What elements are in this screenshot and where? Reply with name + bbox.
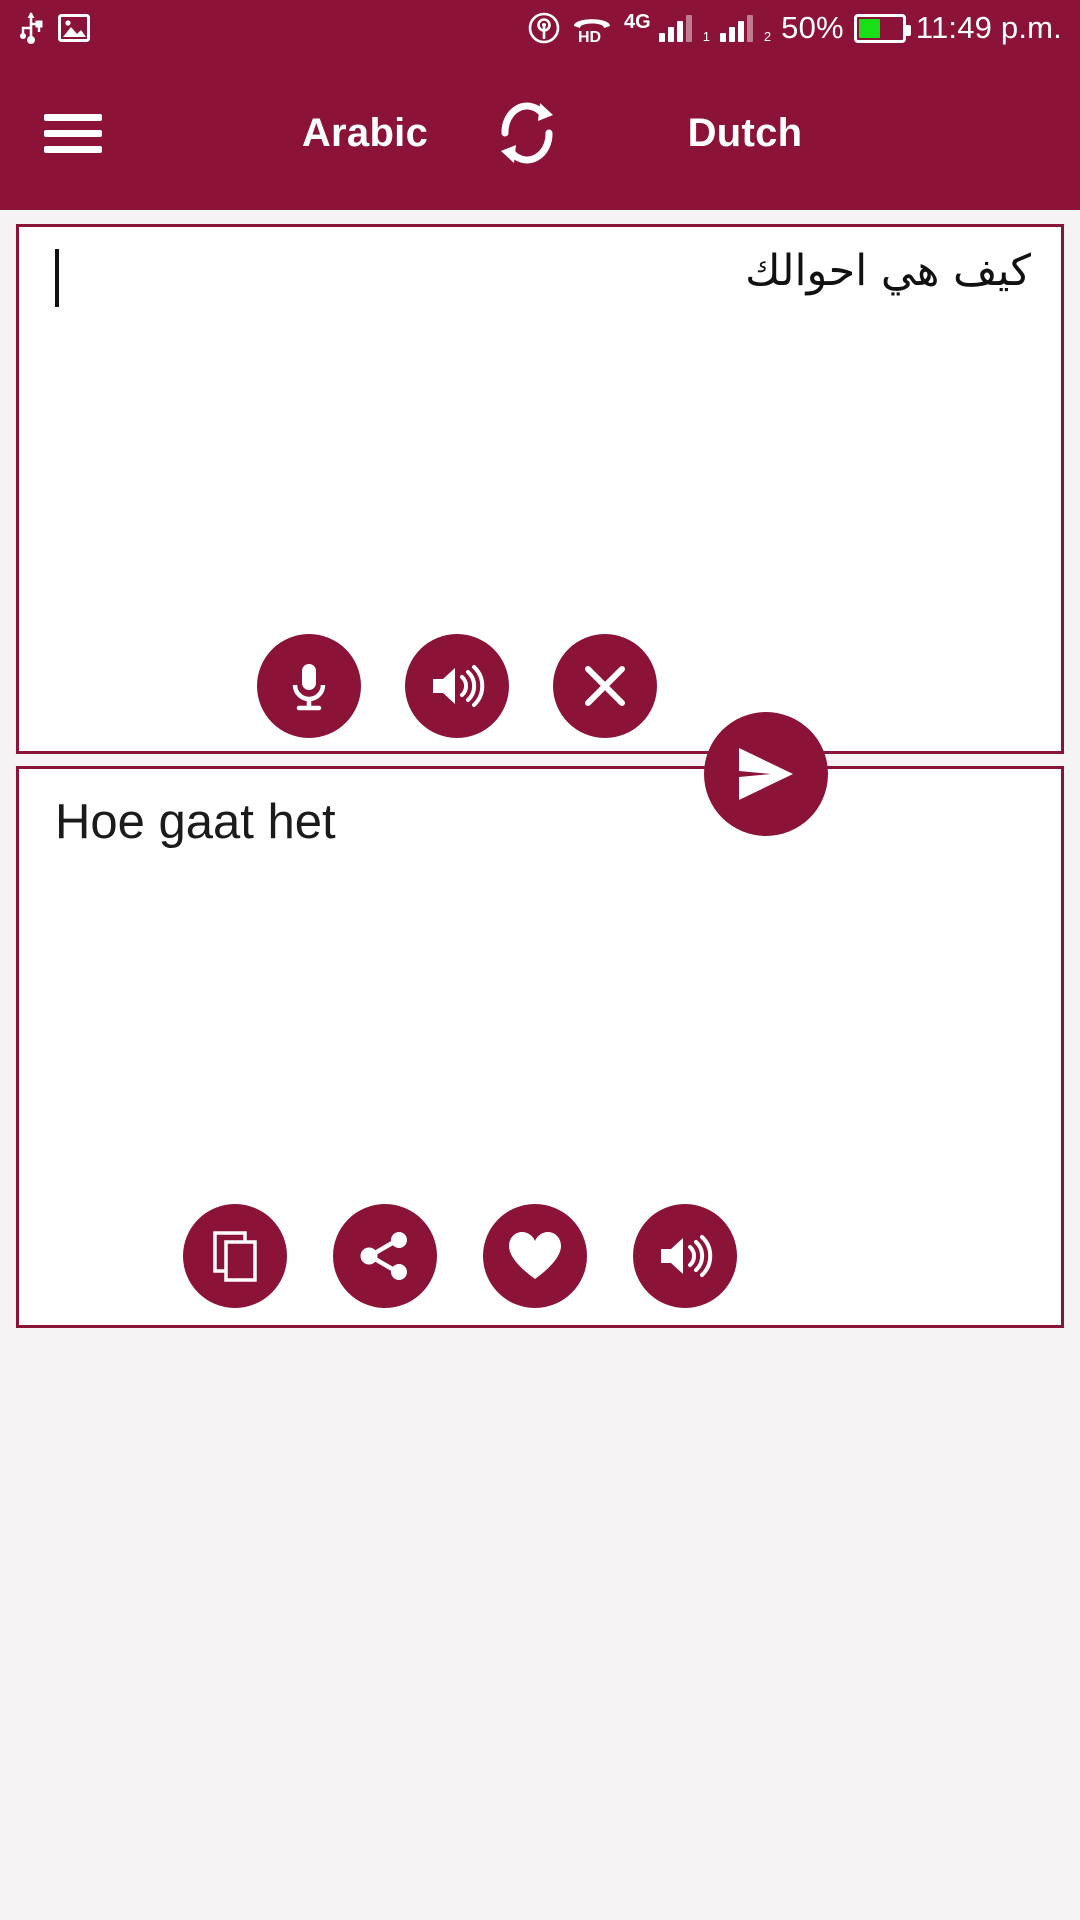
- translate-send-button[interactable]: [704, 712, 828, 836]
- translation-action-buttons: [183, 1204, 737, 1308]
- status-bar: HD 4G 1 2 50% 11:49 p.m.: [0, 0, 1080, 56]
- speak-output-button[interactable]: [633, 1204, 737, 1308]
- translated-text: Hoe gaat het: [55, 795, 336, 849]
- swap-languages-icon[interactable]: [483, 89, 571, 177]
- source-text-card[interactable]: كيف هي احوالك: [16, 224, 1064, 754]
- source-text-input[interactable]: كيف هي احوالك: [51, 245, 1031, 299]
- svg-text:HD: HD: [578, 29, 601, 43]
- speak-input-button[interactable]: [405, 634, 509, 738]
- clock-label: 11:49 p.m.: [915, 10, 1062, 45]
- battery-icon: [853, 13, 911, 43]
- translated-text-card[interactable]: Hoe gaat het: [16, 766, 1064, 1328]
- send-paper-plane-icon: [739, 748, 793, 800]
- source-language-selector[interactable]: Arabic: [270, 111, 460, 156]
- target-language-selector[interactable]: Dutch: [650, 111, 840, 156]
- copy-button[interactable]: [183, 1204, 287, 1308]
- translator-app-screen: HD 4G 1 2 50% 11:49 p.m. Arabic Dutch كي…: [0, 0, 1080, 1920]
- network-type-label: 4G: [624, 10, 651, 33]
- hotspot-icon: [528, 12, 560, 44]
- share-button[interactable]: [333, 1204, 437, 1308]
- sim1-label: 1: [702, 28, 710, 44]
- status-bar-right-icons: HD 4G 1 2 50% 11:49 p.m.: [528, 10, 1080, 46]
- screenshot-image-icon: [58, 12, 90, 44]
- sim1-signal-icon: [658, 14, 692, 42]
- sim2-signal-icon: [719, 14, 753, 42]
- hd-call-icon: HD: [570, 13, 614, 43]
- sim2-label: 2: [763, 28, 772, 44]
- app-bar: Arabic Dutch: [0, 56, 1080, 210]
- microphone-button[interactable]: [257, 634, 361, 738]
- usb-icon: [18, 11, 44, 45]
- status-bar-left-icons: [0, 11, 90, 45]
- hamburger-menu-icon[interactable]: [44, 105, 102, 162]
- source-action-buttons: [257, 634, 657, 738]
- favorite-button[interactable]: [483, 1204, 587, 1308]
- battery-percent-label: 50%: [781, 10, 844, 45]
- clear-input-button[interactable]: [553, 634, 657, 738]
